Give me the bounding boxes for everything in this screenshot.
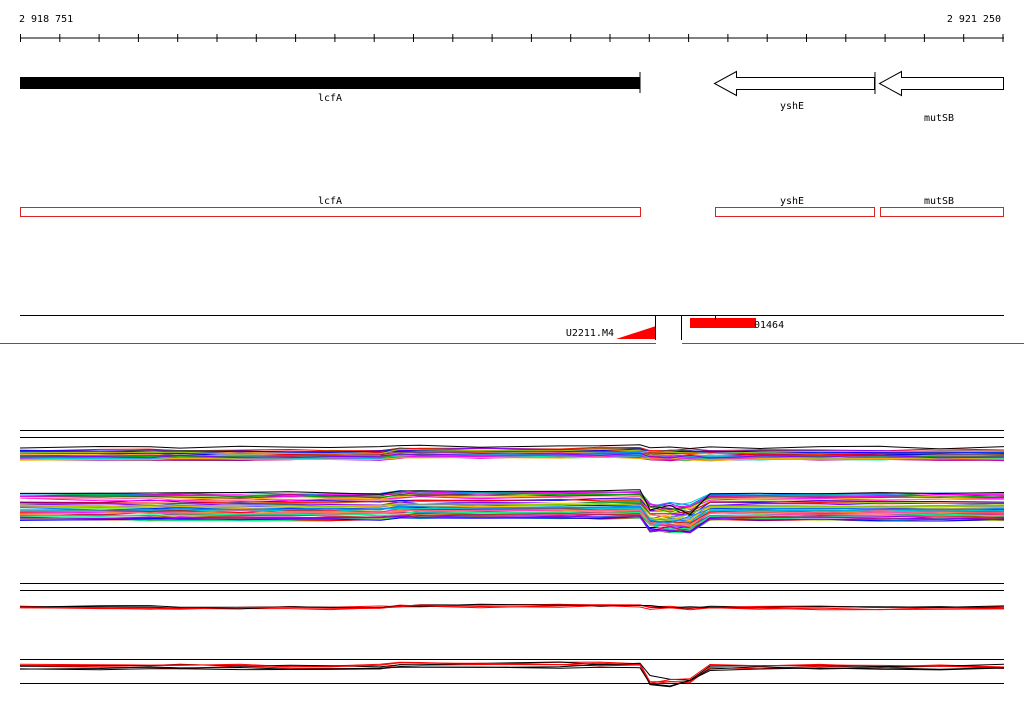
expression-panel-lower[interactable] bbox=[19, 583, 1005, 688]
annotation-lcfA-label: lcfA bbox=[318, 196, 342, 207]
annotation-yshE-label: yshE bbox=[780, 196, 804, 207]
annotation-mutSB-label: mutSB bbox=[924, 196, 954, 207]
gene-yshE-arrow-icon[interactable] bbox=[713, 70, 875, 97]
gene-lcfA-bar[interactable] bbox=[20, 77, 640, 89]
feature-U2211-M4-marker[interactable] bbox=[616, 326, 656, 339]
gene-yshE-label: yshE bbox=[780, 101, 804, 112]
gene-mutSB-label: mutSB bbox=[924, 113, 954, 124]
feature-track: U2211.M4 01464 bbox=[0, 315, 1024, 344]
annotation-yshE-box[interactable] bbox=[715, 207, 875, 217]
gene-lcfA-label: lcfA bbox=[318, 93, 342, 104]
genome-browser-view: 2 918 751 2 921 250 lcfA yshE mutSB lcfA… bbox=[0, 0, 1024, 714]
annotation-lcfA-box[interactable] bbox=[20, 207, 641, 217]
gene-track: lcfA yshE mutSB bbox=[20, 70, 1004, 124]
annotation-track: lcfA yshE mutSB bbox=[20, 196, 1004, 217]
expression-panel-upper[interactable] bbox=[19, 430, 1005, 591]
coordinate-ruler[interactable] bbox=[20, 34, 1004, 42]
feature-01464-label: 01464 bbox=[754, 320, 784, 331]
gene-mutSB-arrow-icon[interactable] bbox=[878, 70, 1004, 97]
feature-U2211-M4-label: U2211.M4 bbox=[566, 328, 614, 339]
annotation-mutSB-box[interactable] bbox=[880, 207, 1004, 217]
browser-canvas: lcfA yshE mutSB lcfA yshE mutSB U2211.M4 bbox=[0, 34, 1024, 688]
feature-01464-bar[interactable] bbox=[690, 318, 756, 328]
